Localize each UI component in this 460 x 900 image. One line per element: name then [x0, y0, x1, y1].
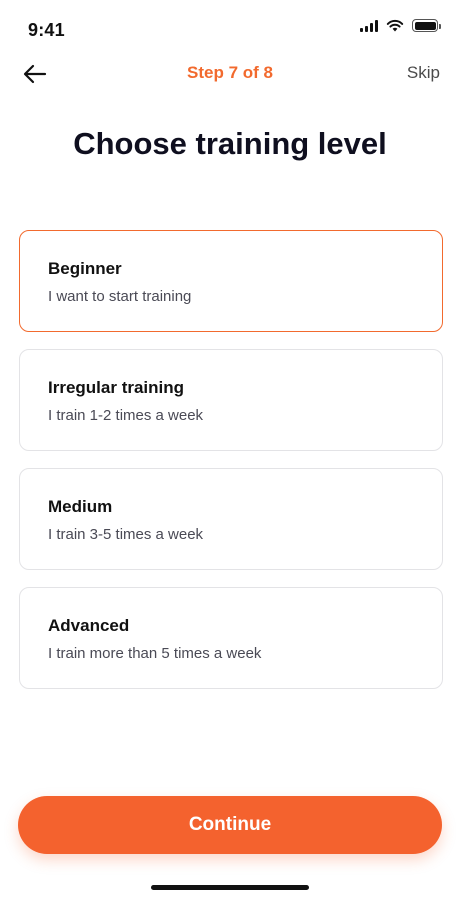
option-beginner[interactable]: Beginner I want to start training [19, 230, 443, 332]
option-description: I train 3-5 times a week [48, 526, 204, 543]
wifi-icon [386, 19, 404, 32]
option-advanced[interactable]: Advanced I train more than 5 times a wee… [19, 587, 443, 689]
cellular-signal-icon [360, 19, 378, 32]
option-description: I train more than 5 times a week [48, 645, 262, 662]
status-time: 9:41 [28, 20, 65, 40]
status-bar: 9:41 [0, 0, 460, 56]
option-title: Medium [48, 497, 113, 516]
option-title: Advanced [48, 616, 130, 635]
continue-button[interactable]: Continue [18, 796, 442, 854]
option-description: I want to start training [48, 288, 192, 305]
skip-button[interactable]: Skip [407, 63, 440, 83]
step-indicator: Step 7 of 8 [187, 63, 273, 82]
option-title: Irregular training [48, 378, 185, 397]
home-indicator [151, 885, 309, 890]
option-medium[interactable]: Medium I train 3-5 times a week [19, 468, 443, 570]
page-title: Choose training level [73, 126, 387, 161]
training-level-options: Beginner I want to start training Irregu… [19, 230, 443, 706]
option-title: Beginner [48, 259, 122, 278]
option-irregular-training[interactable]: Irregular training I train 1-2 times a w… [19, 349, 443, 451]
top-nav: Step 7 of 8 Skip [0, 56, 460, 90]
option-description: I train 1-2 times a week [48, 407, 204, 424]
battery-icon [412, 19, 441, 32]
status-icons [360, 19, 441, 32]
